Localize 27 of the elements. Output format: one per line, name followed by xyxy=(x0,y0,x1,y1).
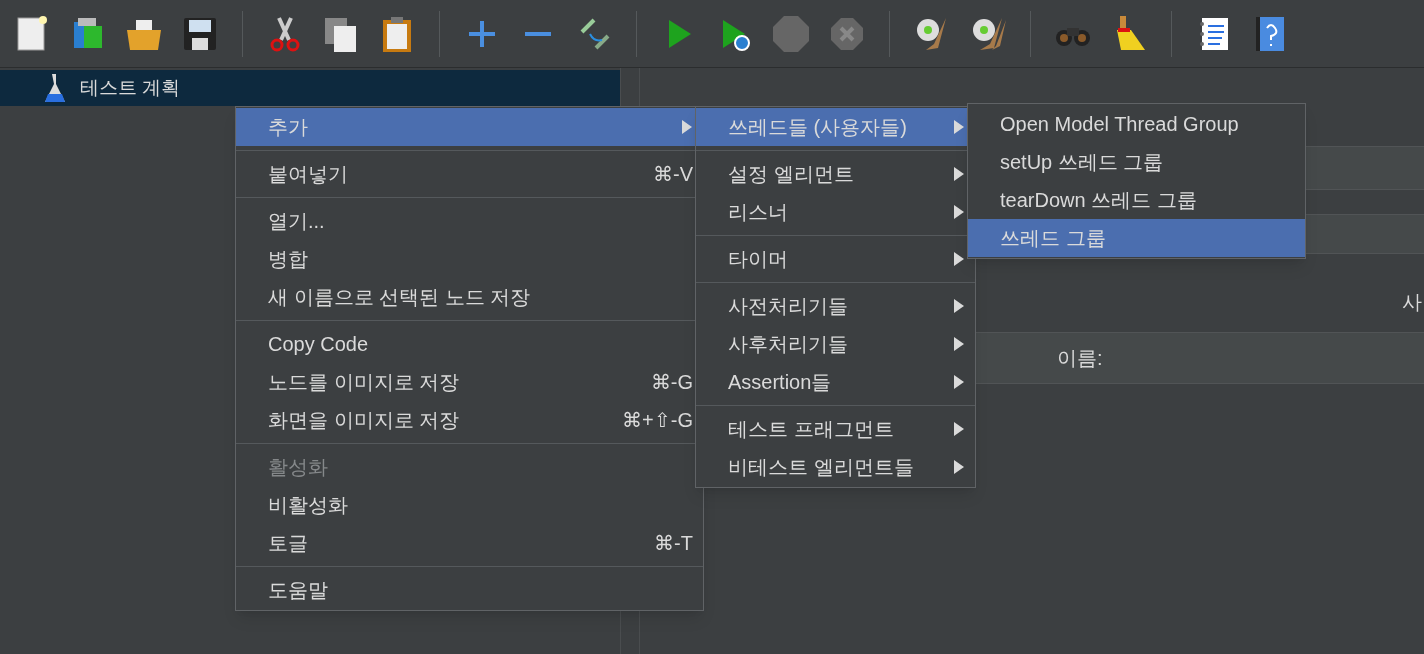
flask-icon xyxy=(42,72,68,104)
submenu-arrow-icon xyxy=(953,251,965,267)
menu-item[interactable]: 사전처리기들 xyxy=(696,287,975,325)
shortcut-label: ⌘-G xyxy=(650,370,693,395)
name-label: 이름: xyxy=(1057,346,1103,371)
menu-item[interactable]: 테스트 프래그먼트 xyxy=(696,410,975,448)
submenu-arrow-icon xyxy=(953,421,965,437)
submenu-arrow-icon xyxy=(681,119,693,135)
shortcut-label: ⌘-V xyxy=(653,162,693,187)
menu-item[interactable]: 토글 ⌘-T xyxy=(236,524,703,562)
menu-item[interactable]: 도움말 xyxy=(236,571,703,609)
menu-item[interactable]: 사후처리기들 xyxy=(696,325,975,363)
side-label: 사 xyxy=(1402,290,1423,315)
submenu-arrow-icon xyxy=(953,204,965,220)
submenu-arrow-icon xyxy=(953,298,965,314)
menu-item[interactable]: 쓰레드 그룹 xyxy=(968,219,1305,257)
shortcut-label: ⌘-T xyxy=(654,531,693,556)
submenu-arrow-icon xyxy=(953,374,965,390)
shortcut-label: ⌘+⇧-G xyxy=(622,408,693,433)
submenu-arrow-icon xyxy=(953,166,965,182)
tree-node[interactable]: 테스트 계획 xyxy=(0,70,620,106)
menu-item[interactable]: Assertion들 xyxy=(696,363,975,401)
menu-item[interactable]: 비활성화 xyxy=(236,486,703,524)
menu-item[interactable]: 비테스트 엘리먼트들 xyxy=(696,448,975,486)
submenu-arrow-icon xyxy=(953,336,965,352)
submenu-arrow-icon xyxy=(953,119,965,135)
submenu-arrow-icon xyxy=(953,459,965,475)
